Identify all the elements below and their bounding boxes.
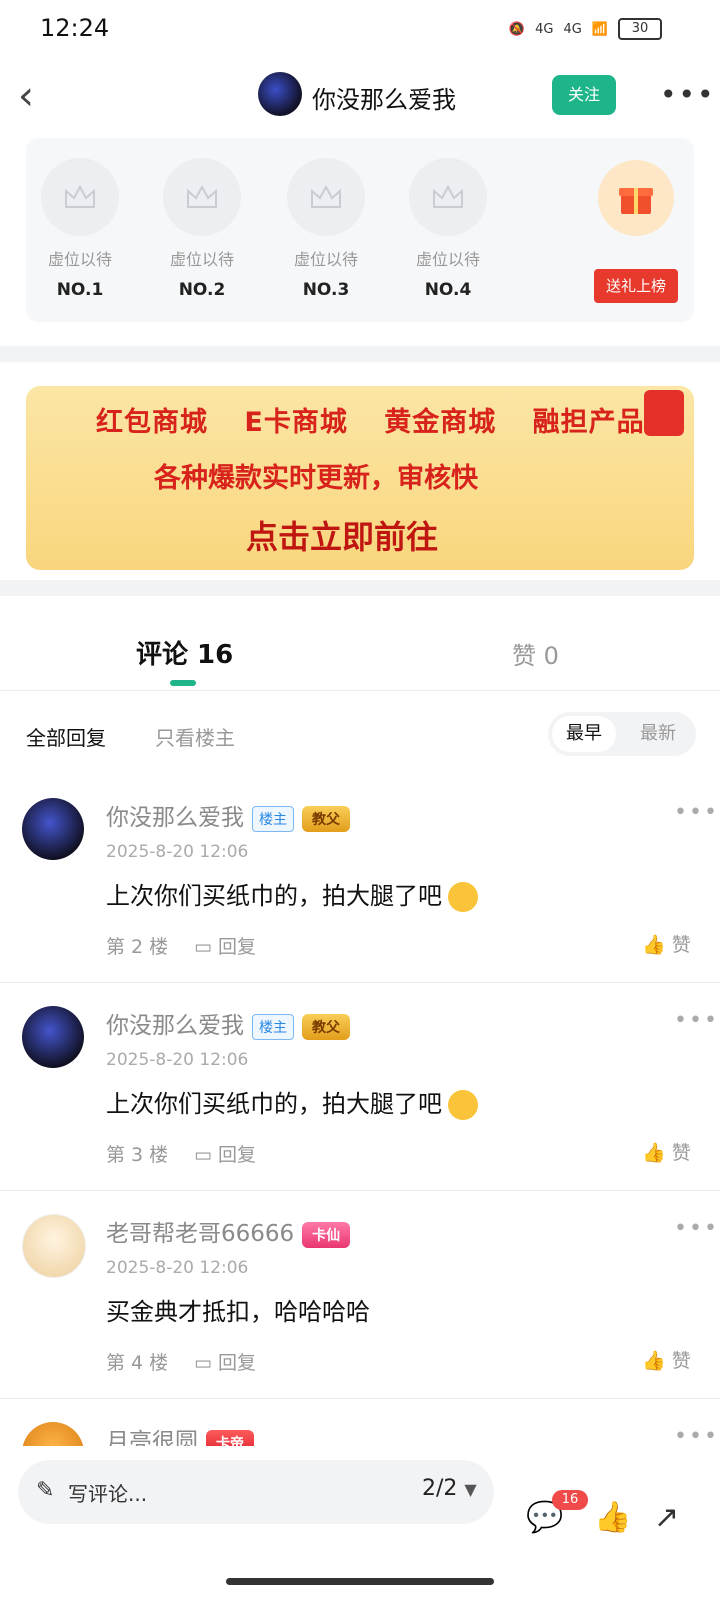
thumbs-up-icon: 👍 bbox=[642, 934, 672, 956]
page-title[interactable]: 你没那么爱我 bbox=[312, 80, 456, 115]
network-2: 4G bbox=[563, 21, 582, 37]
divider bbox=[0, 690, 720, 691]
comment-time: 2025-8-20 12:06 bbox=[106, 1050, 249, 1070]
reply-icon: ▭ bbox=[194, 936, 218, 958]
status-time: 12:24 bbox=[40, 14, 110, 42]
avatar[interactable] bbox=[258, 72, 302, 116]
level-badge: 教父 bbox=[302, 1013, 350, 1040]
level-badge: 教父 bbox=[302, 805, 350, 832]
caret-down-icon: ▼ bbox=[464, 1480, 477, 1499]
reply-icon: ▭ bbox=[194, 1352, 218, 1374]
comment-text: 买金典才抵扣，哈哈哈哈 bbox=[106, 1298, 370, 1326]
promo-banner[interactable]: 红包商城 E卡商城 黄金商城 融担产品 各种爆款实时更新，审核快 点击立即前往 bbox=[26, 386, 694, 570]
more-icon[interactable]: ••• bbox=[660, 78, 716, 111]
pencil-icon: ✎ bbox=[36, 1478, 55, 1503]
wifi-icon: 📶 bbox=[591, 21, 608, 37]
follow-button[interactable]: 关注 bbox=[552, 75, 616, 115]
comment-floor: 第 3 楼 bbox=[106, 1144, 169, 1166]
rank-seat-4[interactable]: 虚位以待 NO.4 bbox=[400, 158, 496, 300]
divider bbox=[0, 982, 720, 983]
emoji-icon bbox=[448, 882, 478, 912]
emoji-icon bbox=[448, 1090, 478, 1120]
tab-comments[interactable]: 评论 16 bbox=[136, 634, 233, 671]
comment-text: 上次你们买纸巾的，拍大腿了吧 bbox=[106, 1084, 478, 1120]
crown-icon bbox=[41, 158, 119, 236]
avatar[interactable] bbox=[22, 798, 84, 860]
comment-author[interactable]: 老哥帮老哥66666 卡仙 bbox=[106, 1214, 351, 1248]
status-icons: 🔕 4G 4G 📶 30 bbox=[509, 18, 662, 40]
filter-host-only[interactable]: 只看楼主 bbox=[155, 722, 235, 751]
reply-icon: ▭ bbox=[194, 1144, 218, 1166]
active-tab-indicator bbox=[170, 680, 196, 686]
network-1: 4G bbox=[535, 21, 554, 37]
thumbs-up-icon: 👍 bbox=[642, 1142, 672, 1164]
red-packet-icon bbox=[644, 390, 684, 436]
mute-icon: 🔕 bbox=[508, 21, 526, 37]
comment-count-badge: 16 bbox=[552, 1490, 588, 1510]
reply-button[interactable]: ▭ 回复 bbox=[194, 1348, 256, 1375]
comment-floor: 第 2 楼 bbox=[106, 936, 169, 958]
crown-icon bbox=[163, 158, 241, 236]
comment-author[interactable]: 你没那么爱我 楼主 教父 bbox=[106, 1006, 350, 1040]
like-button[interactable]: 👍 赞 bbox=[642, 1346, 691, 1373]
reply-button[interactable]: ▭ 回复 bbox=[194, 932, 256, 959]
comment-text: 上次你们买纸巾的，拍大腿了吧 bbox=[106, 876, 478, 912]
comment-time: 2025-8-20 12:06 bbox=[106, 1258, 249, 1278]
section-divider bbox=[0, 346, 720, 362]
comment-floor: 第 4 楼 bbox=[106, 1352, 169, 1374]
banner-row2: 各种爆款实时更新，审核快 bbox=[154, 463, 478, 494]
more-icon[interactable]: ••• bbox=[674, 1216, 719, 1241]
reply-button[interactable]: ▭ 回复 bbox=[194, 1140, 256, 1167]
more-icon[interactable]: ••• bbox=[674, 800, 719, 825]
host-badge: 楼主 bbox=[252, 805, 294, 832]
tab-likes[interactable]: 赞 0 bbox=[512, 636, 559, 671]
avatar[interactable] bbox=[22, 1214, 86, 1278]
like-button[interactable]: 👍 赞 bbox=[642, 1138, 691, 1165]
comment-time: 2025-8-20 12:06 bbox=[106, 842, 249, 862]
level-badge: 卡仙 bbox=[302, 1221, 351, 1248]
avatar[interactable] bbox=[22, 1006, 84, 1068]
share-icon[interactable]: ↗ bbox=[654, 1500, 679, 1535]
page-indicator[interactable]: 2/2 ▼ bbox=[422, 1476, 477, 1501]
sort-toggle: 最早 最新 bbox=[548, 712, 696, 756]
battery: 30 bbox=[618, 18, 662, 40]
sort-latest[interactable]: 最新 bbox=[626, 716, 690, 752]
filter-all-replies[interactable]: 全部回复 bbox=[26, 722, 106, 751]
section-divider bbox=[0, 580, 720, 596]
gift-icon[interactable] bbox=[598, 160, 674, 236]
crown-icon bbox=[287, 158, 365, 236]
thumbs-up-icon[interactable]: 👍 bbox=[594, 1500, 631, 1535]
banner-row3: 点击立即前往 bbox=[246, 518, 439, 556]
comment-author[interactable]: 你没那么爱我 楼主 教父 bbox=[106, 798, 350, 832]
rank-seat-3[interactable]: 虚位以待 NO.3 bbox=[278, 158, 374, 300]
divider bbox=[0, 1190, 720, 1191]
rank-seat-2[interactable]: 虚位以待 NO.2 bbox=[154, 158, 250, 300]
crown-icon bbox=[409, 158, 487, 236]
thumbs-up-icon: 👍 bbox=[642, 1350, 672, 1372]
divider bbox=[0, 1398, 720, 1399]
write-comment-input[interactable]: ✎ 写评论... 2/2 ▼ bbox=[18, 1460, 494, 1524]
back-icon[interactable]: ‹ bbox=[18, 76, 34, 116]
send-gift-button[interactable]: 送礼上榜 bbox=[594, 269, 678, 303]
rank-seat-1[interactable]: 虚位以待 NO.1 bbox=[32, 158, 128, 300]
like-button[interactable]: 👍 赞 bbox=[642, 930, 691, 957]
sort-earliest[interactable]: 最早 bbox=[552, 716, 616, 752]
host-badge: 楼主 bbox=[252, 1013, 294, 1040]
more-icon[interactable]: ••• bbox=[674, 1008, 719, 1033]
banner-row1: 红包商城 E卡商城 黄金商城 融担产品 bbox=[96, 407, 645, 438]
home-indicator bbox=[226, 1578, 494, 1585]
